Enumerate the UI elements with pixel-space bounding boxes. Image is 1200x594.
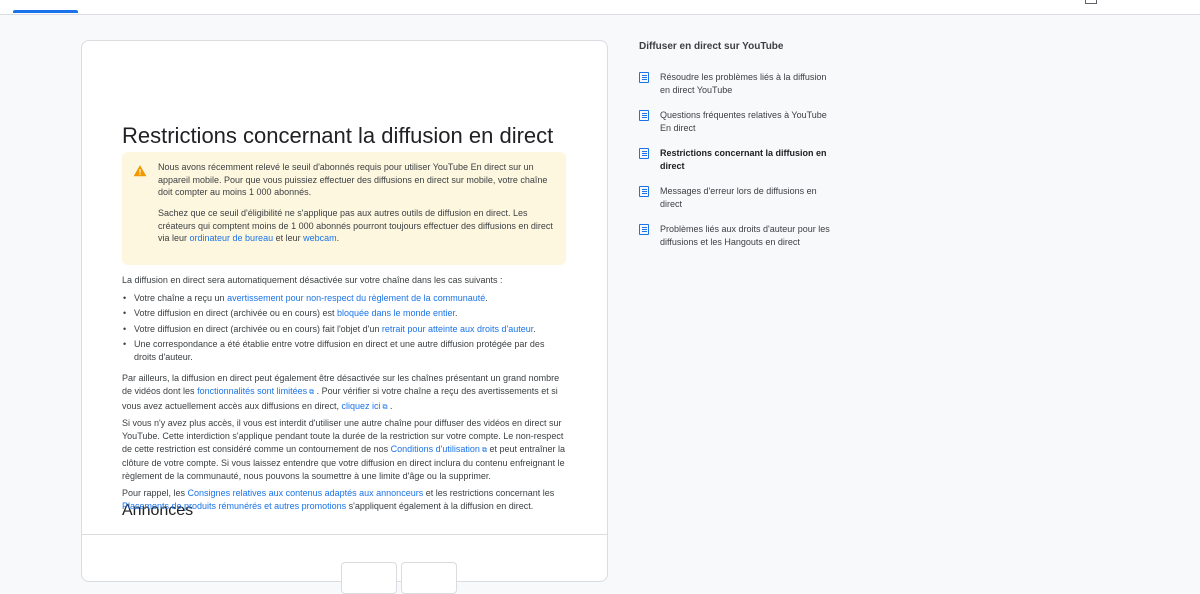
divider	[82, 534, 607, 535]
toolbar-icon[interactable]	[1085, 0, 1097, 4]
top-bar	[0, 0, 1200, 15]
webcam-link[interactable]: webcam	[303, 233, 337, 243]
sidebar-title: Diffuser en direct sur YouTube	[639, 41, 784, 52]
list-item: Une correspondance a été établie entre v…	[122, 338, 568, 364]
paragraph-ads: Pour rappel, les Consignes relatives aux…	[122, 488, 555, 511]
paragraph-circumvention: Si vous n'y avez plus accès, il vous est…	[122, 418, 565, 482]
doc-icon	[639, 110, 649, 121]
community-strike-link[interactable]: avertissement pour non-respect du règlem…	[227, 293, 485, 303]
blocked-worldwide-link[interactable]: bloquée dans le monde entier	[337, 308, 455, 318]
click-here-link[interactable]: cliquez ici ⧉	[341, 401, 387, 411]
intro-text: La diffusion en direct sera automatiquem…	[122, 275, 503, 285]
conditions-list: Votre chaîne a reçu un avertissement pou…	[122, 292, 568, 366]
sidebar-item-label: Restrictions concernant la diffusion en …	[660, 148, 827, 171]
warning-text-1: Nous avons récemment relevé le seuil d'a…	[158, 162, 548, 198]
feedback-yes-button[interactable]	[341, 562, 397, 594]
sidebar-item-faq[interactable]: Questions fréquentes relatives à YouTube…	[639, 109, 829, 139]
warning-icon	[133, 165, 147, 177]
sidebar-item-label: Questions fréquentes relatives à YouTube…	[660, 110, 827, 133]
doc-icon	[639, 224, 649, 235]
paid-placements-link[interactable]: Placements de produits rémunérés et autr…	[122, 501, 346, 511]
doc-icon	[639, 148, 649, 159]
list-item: Votre diffusion en direct (archivée ou e…	[122, 307, 568, 320]
limited-features-link[interactable]: fonctionnalités sont limitées ⧉	[197, 386, 314, 396]
terms-of-service-link[interactable]: Conditions d'utilisation ⧉	[391, 444, 487, 454]
list-item: Votre chaîne a reçu un avertissement pou…	[122, 292, 568, 305]
list-item: Votre diffusion en direct (archivée ou e…	[122, 323, 568, 336]
copyright-takedown-link[interactable]: retrait pour atteinte aux droits d'auteu…	[382, 324, 533, 334]
warning-text-2: Sachez que ce seuil d'éligibilité ne s'a…	[158, 208, 553, 244]
sidebar-item-copyright[interactable]: Problèmes liés aux droits d'auteur pour …	[639, 223, 830, 253]
desktop-link[interactable]: ordinateur de bureau	[190, 233, 274, 243]
sidebar-item-restrictions[interactable]: Restrictions concernant la diffusion en …	[639, 147, 829, 177]
active-tab-indicator[interactable]	[13, 10, 78, 13]
feedback-no-button[interactable]	[401, 562, 457, 594]
article-card: Restrictions concernant la diffusion en …	[81, 40, 608, 594]
sidebar-item-errors[interactable]: Messages d'erreur lors de diffusions en …	[639, 185, 829, 215]
sidebar-item-label: Problèmes liés aux droits d'auteur pour …	[660, 224, 830, 247]
doc-icon	[639, 72, 649, 83]
advertiser-friendly-link[interactable]: Consignes relatives aux contenus adaptés…	[188, 488, 424, 498]
warning-callout: Nous avons récemment relevé le seuil d'a…	[122, 152, 566, 265]
page-title: Restrictions concernant la diffusion en …	[122, 123, 554, 148]
sidebar-item-label: Messages d'erreur lors de diffusions en …	[660, 186, 817, 209]
doc-icon	[639, 186, 649, 197]
sidebar-item-troubleshoot[interactable]: Résoudre les problèmes liés à la diffusi…	[639, 71, 829, 101]
paragraph-limited-features: Par ailleurs, la diffusion en direct peu…	[122, 372, 568, 414]
sidebar-item-label: Résoudre les problèmes liés à la diffusi…	[660, 72, 827, 95]
